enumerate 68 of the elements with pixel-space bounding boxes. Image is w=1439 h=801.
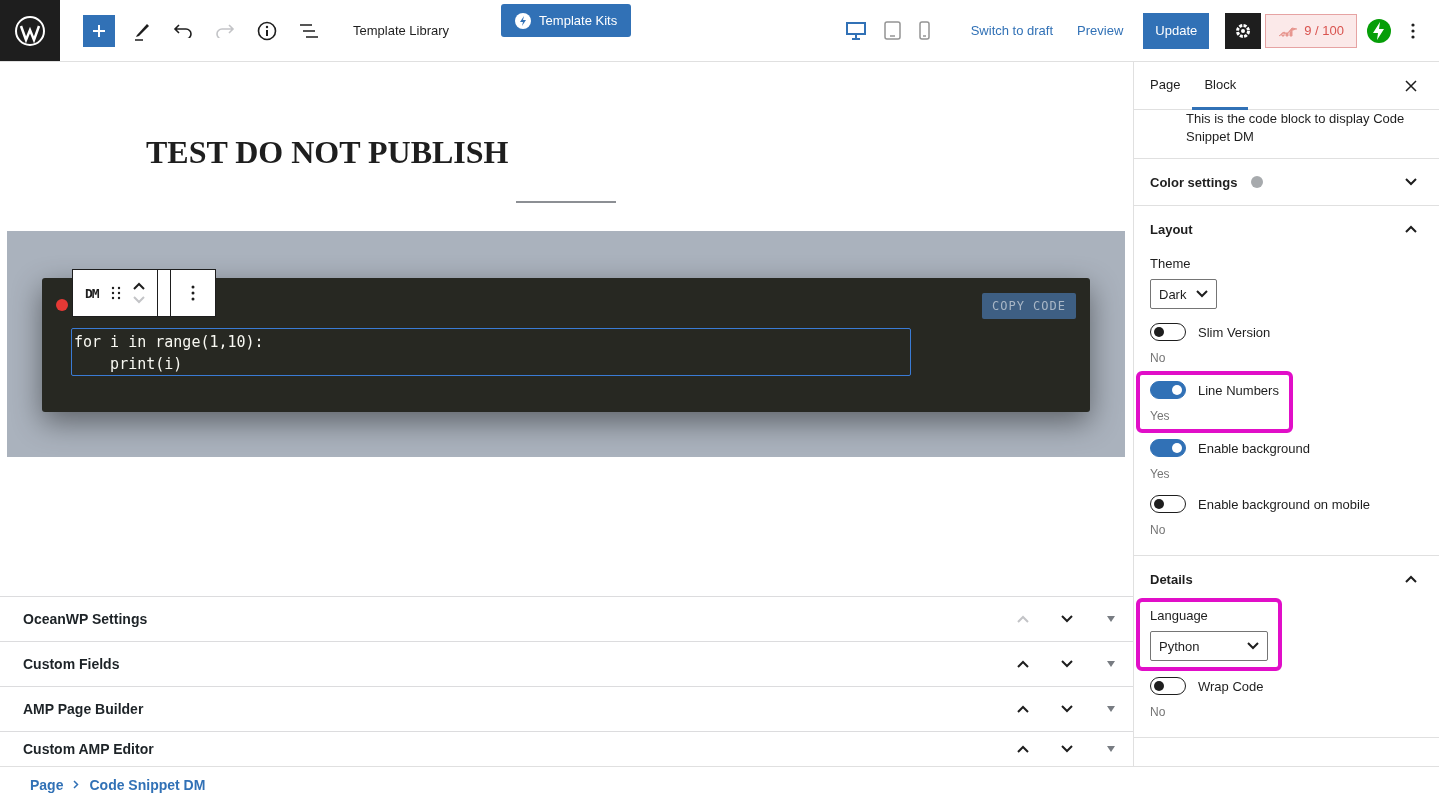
settings-button[interactable] [1225,12,1262,49]
move-down-icon [132,296,145,304]
settings-icon [1234,21,1253,40]
chevron-right-icon [73,780,80,789]
breadcrumb-link[interactable]: Page [30,776,64,793]
move-up-icon [132,282,145,290]
wordpress-logo[interactable] [0,0,60,61]
panel-header[interactable]: Details [1150,556,1423,602]
toggle-switch[interactable] [1150,381,1186,399]
template-kits-button[interactable]: Template Kits [501,4,632,37]
sidebar-tab[interactable]: Page [1138,62,1193,110]
toggle-switch[interactable] [1150,677,1186,695]
block-description: This is the code block to display Code Snippet DM [1134,110,1439,159]
meta-box-title[interactable]: OceanWP Settings [23,611,148,627]
add-block-button[interactable] [83,14,115,47]
triangle-down-icon [1106,616,1116,622]
chevron-down-icon [1247,642,1259,650]
toggle-label: Enable background on mobile [1198,496,1370,512]
chevron-down-icon [1061,615,1073,623]
triangle-down-icon [1106,706,1116,712]
more-options-icon[interactable] [190,285,195,301]
sidebar-tab[interactable]: Block [1192,62,1249,110]
toggle-switch[interactable] [1150,323,1186,341]
page-title: TEST DO NOT PUBLISH [145,133,510,171]
chevron-down-icon [1405,178,1417,186]
drag-handle-icon[interactable] [110,286,121,300]
help-text: Yes [1150,467,1171,481]
preview-link[interactable]: Preview [1065,23,1136,38]
plus-icon [91,22,107,39]
help-text: No [1150,351,1167,365]
toggle-switch[interactable] [1150,439,1186,457]
help-text: No [1150,705,1167,719]
meta-box-title[interactable]: Custom Fields [23,656,120,672]
field-label: Language [1150,608,1209,623]
block-logo[interactable]: DM [85,285,99,301]
update-button[interactable]: Update [1143,12,1210,49]
mobile-icon [918,21,930,40]
breadcrumb-link[interactable]: Code Snippet DM [89,776,206,793]
chevron-down-icon [1061,660,1073,668]
chart-icon [1278,24,1299,37]
toggle-label: Enable background [1198,440,1311,456]
panel-header[interactable]: Color settings [1150,159,1423,205]
desktop-icon [845,21,866,40]
meta-box-title[interactable]: AMP Page Builder [23,701,144,717]
toggle-label: Line Numbers [1198,382,1279,398]
toggle-label: Slim Version [1198,324,1271,340]
window-dot-icon [56,299,68,311]
chevron-up-icon [1405,575,1417,583]
lightning-bolt-icon [515,12,532,29]
panel-header[interactable]: Layout [1150,206,1423,252]
switch-to-draft-link[interactable]: Switch to draft [958,23,1066,38]
meta-box-title[interactable]: Custom AMP Editor [23,741,154,757]
toggle-switch[interactable] [1150,495,1186,513]
help-text: Yes [1150,409,1171,423]
triangle-down-icon [1106,746,1116,752]
chevron-down-icon [1061,745,1073,753]
template-library-button[interactable]: Template Library [347,22,456,39]
chevron-down-icon [1061,705,1073,713]
help-text: No [1150,523,1167,537]
chevron-down-icon [1196,290,1209,298]
chevron-up-icon [1405,225,1417,233]
tablet-icon [883,21,901,40]
select-field[interactable]: Python [1150,631,1268,661]
select-field[interactable]: Dark [1150,279,1218,309]
toggle-label: Wrap Code [1198,678,1264,694]
triangle-down-icon [1106,661,1116,667]
field-label: Theme [1150,256,1192,271]
code-editor[interactable]: for i in range(1,10): print(i) [71,328,911,376]
